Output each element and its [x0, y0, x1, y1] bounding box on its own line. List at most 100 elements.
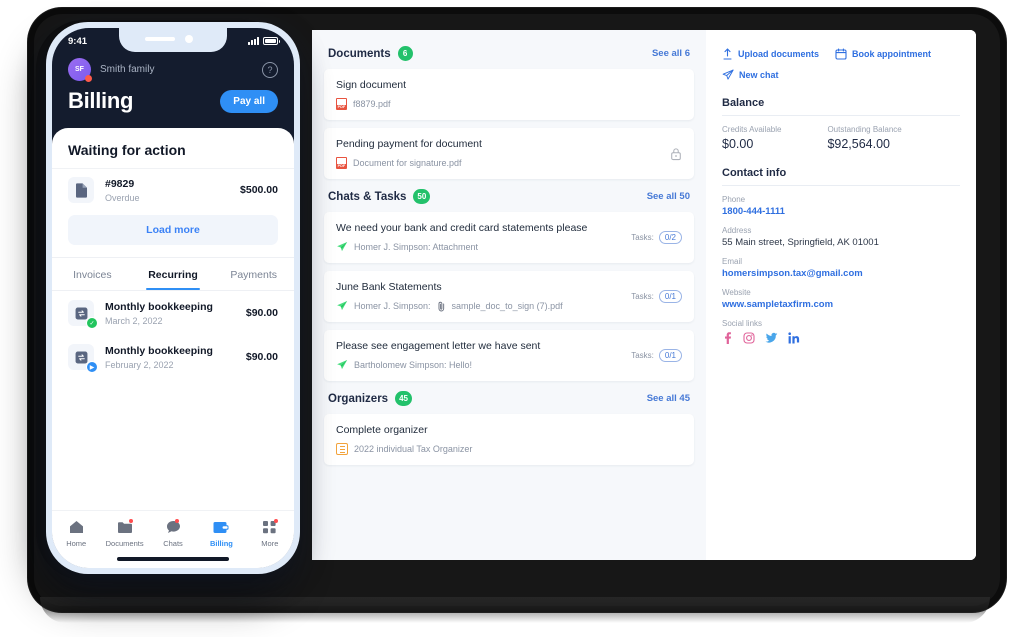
send-icon	[722, 69, 734, 80]
tasks-label: Tasks:	[631, 351, 654, 360]
contact-divider	[722, 185, 960, 186]
document-card-file: Document for signature.pdf	[336, 157, 670, 169]
organizer-icon	[336, 443, 348, 455]
phone-header: SF Smith family ? Billing Pay all	[52, 54, 294, 126]
front-camera	[185, 35, 193, 43]
credits-available-label: Credits Available	[722, 125, 782, 134]
invoice-number: #9829	[105, 177, 135, 190]
check-badge-icon: ✓	[86, 317, 98, 329]
chat-card-title: Please see engagement letter we have sen…	[336, 340, 541, 352]
organizer-card[interactable]: Complete organizer 2022 individual Tax O…	[324, 414, 694, 465]
document-card-body: Sign document f8879.pdf	[336, 79, 682, 110]
tab-invoices[interactable]: Invoices	[52, 258, 133, 290]
quick-actions-row-2: New chat	[722, 69, 960, 81]
contact-address-block: Address 55 Main street, Springfield, AK …	[722, 226, 960, 248]
document-file-name: Document for signature.pdf	[353, 158, 462, 168]
recurring-info: Monthly bookkeeping February 2, 2022	[105, 345, 235, 370]
tabbar-item-more[interactable]: More	[246, 519, 294, 548]
avatar: SF	[68, 58, 92, 82]
billing-tabs: Invoices Recurring Payments	[52, 257, 294, 290]
address-value: 55 Main street, Springfield, AK 01001	[722, 237, 879, 248]
send-icon	[337, 242, 348, 252]
website-label: Website	[722, 288, 751, 297]
facebook-icon[interactable]	[722, 332, 733, 344]
see-all-documents-link[interactable]: See all 6	[652, 48, 690, 59]
organizers-count-badge: 45	[395, 391, 412, 406]
document-icon	[68, 177, 94, 203]
instagram-icon[interactable]	[743, 332, 755, 344]
chat-bubble-icon	[149, 519, 197, 535]
see-all-chats-link[interactable]: See all 50	[647, 191, 690, 202]
page-title: Billing	[68, 88, 134, 113]
tasks-pill: 0/1	[658, 290, 682, 303]
recurring-row[interactable]: ▶ Monthly bookkeeping February 2, 2022 $…	[52, 335, 294, 379]
organizers-title-wrap: Organizers 45	[328, 391, 412, 406]
chat-card[interactable]: June Bank Statements Homer J. Simpson: s…	[324, 271, 694, 322]
contact-website-block: Website www.sampletaxfirm.com	[722, 288, 960, 310]
tasks-label: Tasks:	[631, 292, 654, 301]
email-value[interactable]: homersimpson.tax@gmail.com	[722, 268, 960, 279]
chat-preview: Homer J. Simpson:	[354, 301, 431, 311]
chat-card[interactable]: Please see engagement letter we have sen…	[324, 330, 694, 381]
balance-row: Credits Available $0.00 Outstanding Bala…	[722, 125, 960, 151]
website-value[interactable]: www.sampletaxfirm.com	[722, 299, 960, 310]
screenshot-root: Documents 6 See all 6 Sign document f887…	[0, 0, 1024, 637]
tab-payments[interactable]: Payments	[213, 258, 294, 290]
chat-card[interactable]: We need your bank and credit card statem…	[324, 212, 694, 263]
see-all-organizers-link[interactable]: See all 45	[647, 393, 690, 404]
billing-sheet: Waiting for action #9829 Overdue $500.00	[52, 128, 294, 568]
new-chat-button[interactable]: New chat	[722, 69, 779, 81]
phone-account-row[interactable]: SF Smith family ?	[68, 58, 278, 82]
phone-tabbar: Home Documents Chats Billing More	[52, 510, 294, 568]
tasks-pill: 0/1	[658, 349, 682, 362]
help-circle-icon[interactable]: ?	[262, 61, 278, 78]
recurring-icon: ▶	[68, 344, 98, 373]
tabbar-item-home[interactable]: Home	[52, 519, 100, 548]
waiting-invoice-row[interactable]: #9829 Overdue $500.00	[52, 168, 294, 213]
recurring-name: Monthly bookkeeping	[105, 300, 213, 313]
chat-card-body: We need your bank and credit card statem…	[336, 222, 621, 253]
quick-actions-row-1: Upload documents Book appointment	[722, 48, 960, 60]
social-links-label: Social links	[722, 319, 763, 328]
desktop-main-column: Documents 6 See all 6 Sign document f887…	[312, 30, 706, 560]
chat-card-title: June Bank Statements	[336, 281, 442, 293]
recurring-icon: ✓	[68, 300, 98, 329]
document-card[interactable]: Sign document f8879.pdf	[324, 69, 694, 120]
balance-divider	[722, 115, 960, 116]
tabbar-label-chats: Chats	[163, 539, 183, 548]
organizers-title: Organizers	[328, 392, 389, 405]
tasks-indicator: Tasks: 0/1	[631, 290, 682, 303]
load-more-button[interactable]: Load more	[68, 215, 278, 245]
chat-preview: Bartholomew Simpson: Hello!	[354, 360, 473, 370]
wallet-icon	[197, 519, 245, 535]
tab-recurring[interactable]: Recurring	[133, 258, 214, 290]
twitter-icon[interactable]	[765, 332, 778, 344]
pdf-icon	[336, 98, 347, 110]
tabbar-item-documents[interactable]: Documents	[100, 519, 148, 548]
home-icon	[52, 519, 100, 535]
tabbar-item-billing[interactable]: Billing	[197, 519, 245, 548]
avatar-status-dot	[85, 75, 92, 82]
tabbar-item-chats[interactable]: Chats	[149, 519, 197, 548]
section-header-documents: Documents 6 See all 6	[324, 44, 694, 69]
credits-available-block: Credits Available $0.00	[722, 125, 781, 151]
upload-documents-button[interactable]: Upload documents	[722, 48, 819, 60]
pay-all-button[interactable]: Pay all	[220, 89, 278, 113]
email-label: Email	[722, 257, 743, 266]
tabbar-label-more: More	[261, 539, 279, 548]
phone-title-row: Billing Pay all	[68, 88, 278, 126]
document-card[interactable]: Pending payment for document Document fo…	[324, 128, 694, 179]
outstanding-balance-value: $92,564.00	[827, 137, 891, 151]
linkedin-icon[interactable]	[788, 332, 800, 344]
more-notification-dot	[274, 519, 279, 523]
phone-device: 9:41 SF Smith family ? Billing Pay all W…	[46, 22, 300, 574]
account-name: Smith family	[100, 64, 155, 75]
new-chat-label: New chat	[739, 70, 779, 80]
phone-value[interactable]: 1800-444-1111	[722, 206, 960, 217]
phone-label: Phone	[722, 195, 746, 204]
desktop-screen: Documents 6 See all 6 Sign document f887…	[312, 30, 976, 560]
book-appointment-button[interactable]: Book appointment	[835, 48, 931, 60]
laptop-base	[40, 597, 990, 623]
upload-documents-label: Upload documents	[738, 49, 820, 59]
recurring-row[interactable]: ✓ Monthly bookkeeping March 2, 2022 $90.…	[52, 291, 294, 335]
